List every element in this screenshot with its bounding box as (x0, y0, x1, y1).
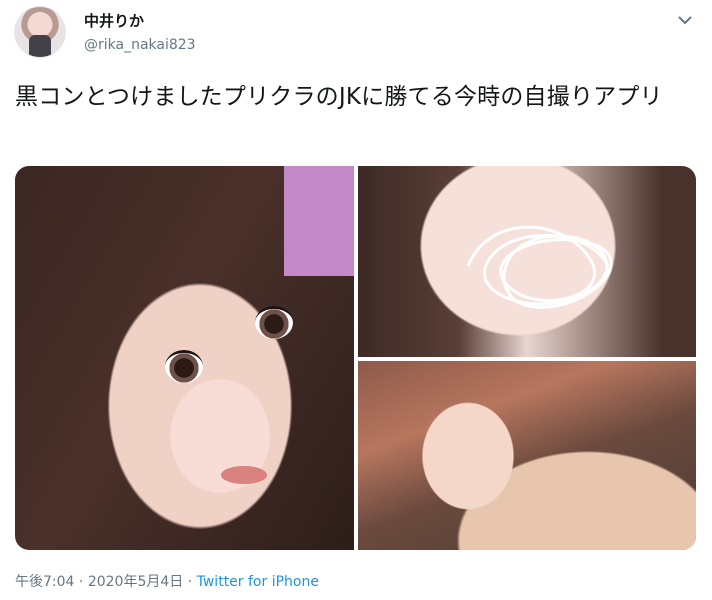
display-name[interactable]: 中井りか (84, 10, 144, 31)
scribble-overlay (466, 225, 613, 309)
photo-detail (165, 350, 203, 383)
chevron-down-icon[interactable] (676, 11, 694, 29)
avatar[interactable] (14, 6, 66, 58)
media-grid (15, 166, 696, 550)
user-handle[interactable]: @rika_nakai823 (84, 37, 196, 53)
tweet-card: 中井りか @rika_nakai823 黒コンとつけましたプリクラのJKに勝てる… (0, 0, 712, 600)
tweet-text: 黒コンとつけましたプリクラのJKに勝てる今時の自撮りアプリ (15, 84, 663, 110)
photo-detail (221, 466, 267, 484)
photo-detail (255, 306, 293, 339)
tweet-time[interactable]: 午後7:04 (15, 574, 74, 590)
tweet-source[interactable]: Twitter for iPhone (197, 574, 319, 590)
tweet-date[interactable]: 2020年5月4日 (88, 574, 183, 590)
photo-2[interactable] (358, 166, 696, 357)
photo-1[interactable] (15, 166, 354, 550)
meta-separator: · (78, 574, 84, 590)
photo-3[interactable] (358, 361, 696, 550)
meta-separator: · (187, 574, 193, 590)
tweet-meta: 午後7:04 · 2020年5月4日 · Twitter for iPhone (15, 571, 319, 591)
